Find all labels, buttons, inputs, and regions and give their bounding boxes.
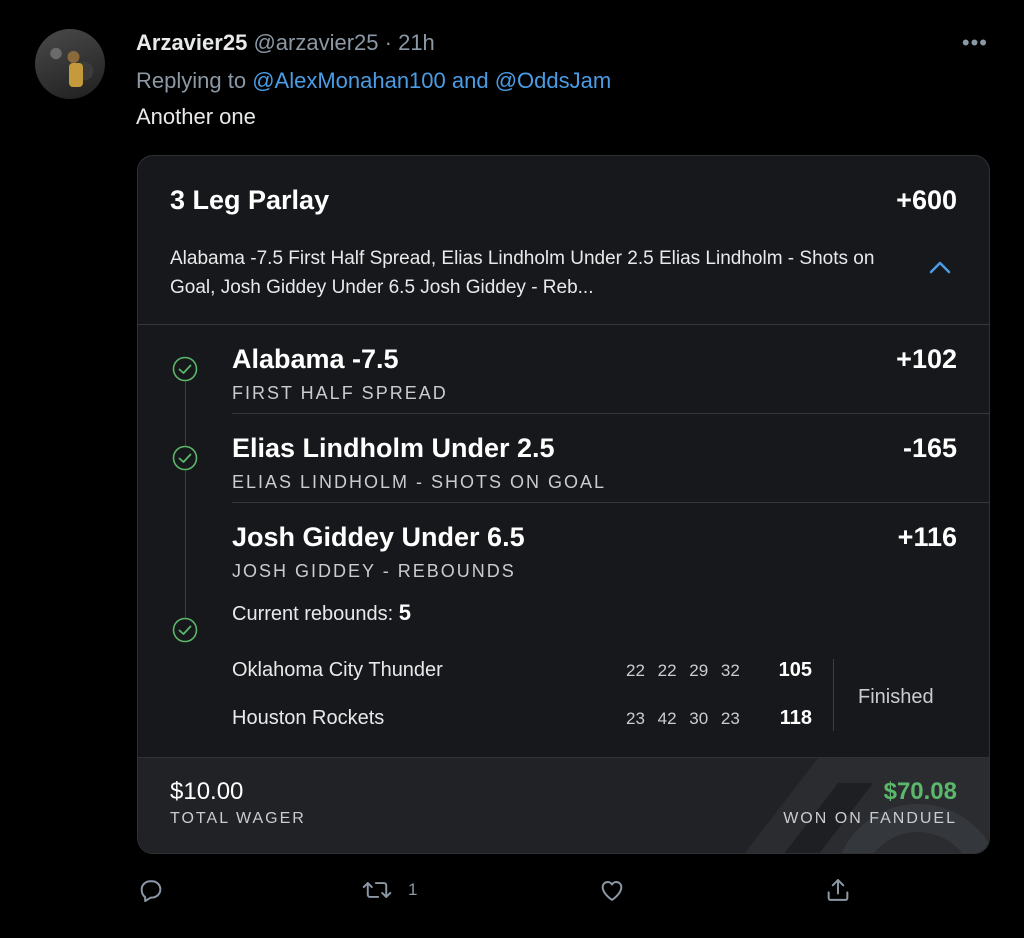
scoreboard-row: Oklahoma City Thunder 22 22 29 32 105 <box>232 659 812 687</box>
total-wager-label: TOTAL WAGER <box>170 810 306 827</box>
replying-to: Replying to @AlexMonahan100 and @OddsJam <box>136 68 611 94</box>
divider <box>232 502 989 503</box>
user-handle[interactable]: @arzavier25 <box>253 30 378 55</box>
tweet-timestamp[interactable]: 21h <box>398 30 435 55</box>
retweet-icon <box>362 882 392 898</box>
scoreboard-row: Houston Rockets 23 42 30 23 118 <box>232 707 812 735</box>
like-button[interactable] <box>598 876 626 904</box>
divider <box>138 324 989 325</box>
heart-icon <box>601 881 623 901</box>
leg-title: Elias Lindholm Under 2.5 <box>232 433 555 463</box>
final-score: 118 <box>779 707 812 729</box>
leg-market: JOSH GIDDEY - REBOUNDS <box>232 561 516 581</box>
avatar[interactable] <box>35 29 105 99</box>
mention-link[interactable]: @OddsJam <box>495 68 611 93</box>
total-wager-amount: $10.00 <box>170 778 244 805</box>
divider <box>833 659 834 731</box>
bet-summary: Alabama -7.5 First Half Spread, Elias Li… <box>170 248 875 298</box>
leg-odds: -165 <box>902 433 957 463</box>
retweet-count: 1 <box>408 880 418 899</box>
current-stat-value: 5 <box>398 600 412 625</box>
tweet-header: Arzavier25 @arzavier25 · 21h <box>136 30 435 56</box>
replying-prefix: Replying to <box>136 68 253 93</box>
leg-timeline <box>185 371 186 629</box>
current-stat-label: Current rebounds: <box>232 603 399 625</box>
check-circle-icon <box>172 356 198 382</box>
leg-market: ELIAS LINDHOLM - SHOTS ON GOAL <box>232 472 607 492</box>
team-name: Oklahoma City Thunder <box>232 659 443 681</box>
game-status: Finished <box>858 686 934 708</box>
reply-button[interactable] <box>137 876 165 904</box>
leg-title: Josh Giddey Under 6.5 <box>232 522 525 552</box>
tweet-text: Another one <box>136 104 256 129</box>
check-circle-icon <box>172 445 198 471</box>
won-label: WON ON FANDUEL <box>783 810 957 827</box>
leg-odds: +116 <box>897 522 957 552</box>
share-button[interactable] <box>824 876 852 904</box>
leg-market: FIRST HALF SPREAD <box>232 383 448 403</box>
share-icon <box>827 879 849 901</box>
team-name: Houston Rockets <box>232 707 385 729</box>
leg-title: Alabama -7.5 <box>232 344 399 374</box>
current-stat: Current rebounds: 5 <box>232 600 411 626</box>
bet-card[interactable]: 3 Leg Parlay +600 Alabama -7.5 First Hal… <box>137 155 990 854</box>
mention-link[interactable]: @AlexMonahan100 <box>252 68 446 93</box>
leg-odds: +102 <box>896 344 957 374</box>
reply-icon <box>140 880 162 903</box>
check-circle-icon <box>172 617 198 643</box>
bet-title: 3 Leg Parlay <box>170 185 330 215</box>
divider <box>232 413 989 414</box>
mention-joiner: and <box>445 68 495 93</box>
bet-footer: $10.00 TOTAL WAGER $70.08 WON ON FANDUEL <box>138 757 989 853</box>
won-amount: $70.08 <box>883 778 957 805</box>
bet-odds: +600 <box>896 185 957 215</box>
chevron-up-icon[interactable] <box>929 260 951 274</box>
separator-dot: · <box>384 30 392 55</box>
period-scores: 23 42 30 23 <box>626 709 740 728</box>
period-scores: 22 22 29 32 <box>626 661 740 680</box>
retweet-button[interactable]: 1 <box>362 876 417 904</box>
final-score: 105 <box>778 659 812 681</box>
display-name[interactable]: Arzavier25 <box>136 30 247 55</box>
more-options-icon[interactable]: ••• <box>962 30 988 56</box>
